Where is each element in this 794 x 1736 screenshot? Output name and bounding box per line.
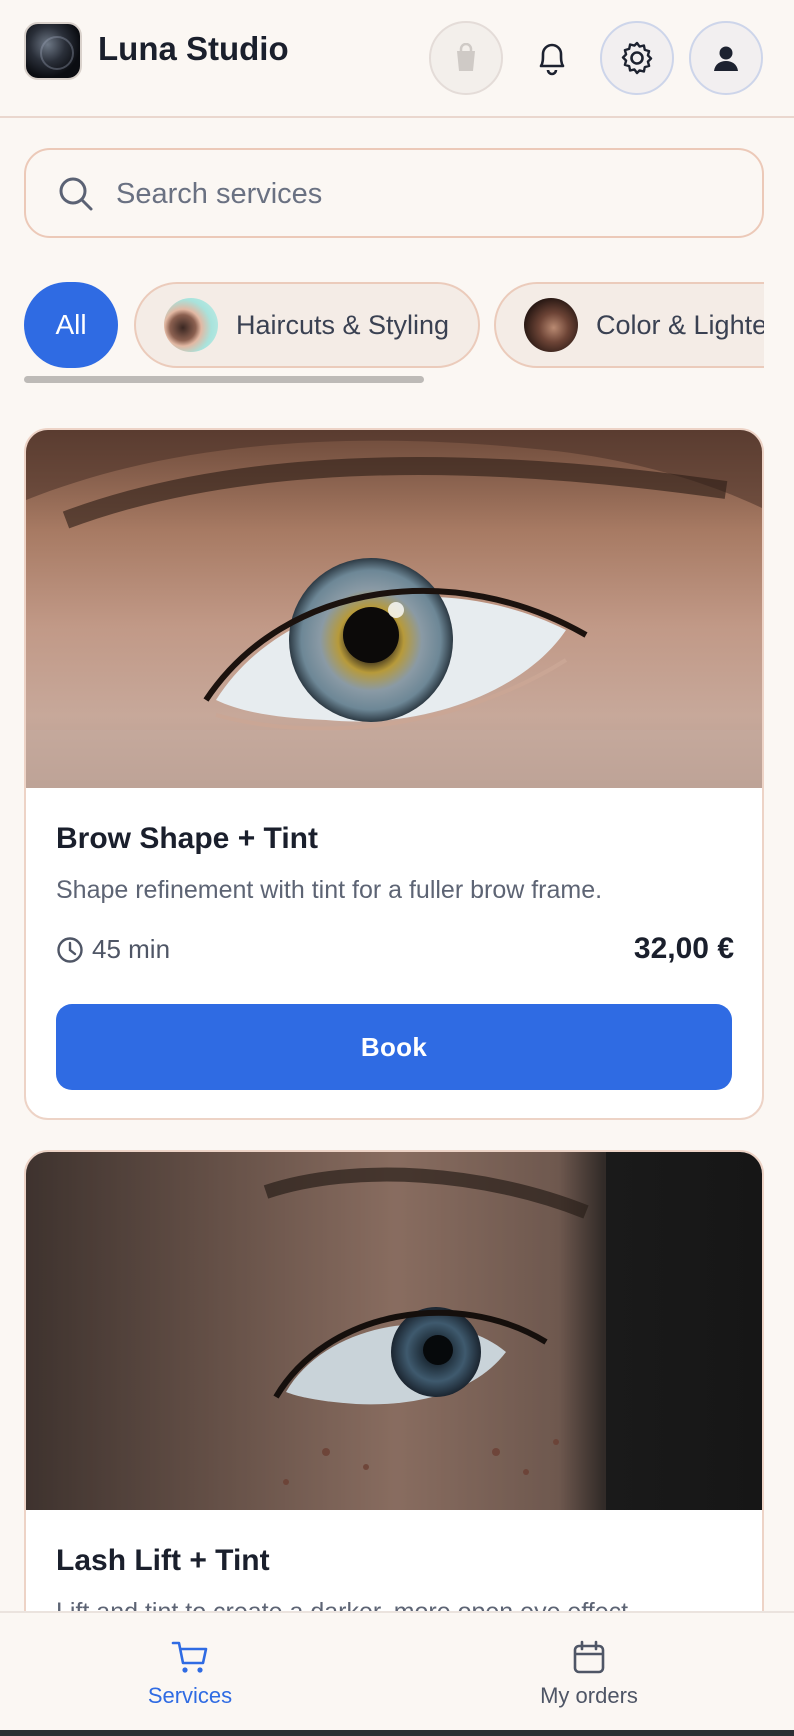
haircut-thumbnail bbox=[164, 298, 218, 352]
cart-icon bbox=[171, 1641, 208, 1673]
chip-all[interactable]: All bbox=[24, 282, 118, 368]
nav-services[interactable]: Services bbox=[90, 1639, 290, 1709]
calendar-icon bbox=[573, 1640, 605, 1674]
search-icon bbox=[59, 177, 93, 211]
eye-photo bbox=[26, 430, 762, 788]
service-price: 32,00 € bbox=[633, 932, 734, 965]
brand-title: Luna Studio bbox=[98, 30, 289, 67]
cart-button[interactable] bbox=[429, 21, 503, 95]
nav-orders-label: My orders bbox=[540, 1683, 638, 1708]
studio-logo[interactable] bbox=[24, 22, 82, 80]
chip-haircuts-label: Haircuts & Styling bbox=[236, 309, 450, 340]
chip-color-label: Color & Lighte bbox=[596, 309, 764, 340]
duration-text: 45 min bbox=[92, 934, 171, 964]
profile-button[interactable] bbox=[689, 21, 763, 95]
home-indicator bbox=[0, 1730, 794, 1736]
search-placeholder: Search services bbox=[116, 178, 323, 210]
bell-icon bbox=[539, 43, 565, 76]
chips-scrollbar[interactable] bbox=[24, 376, 424, 383]
nav-services-label: Services bbox=[147, 1683, 233, 1708]
search-input[interactable]: Search services bbox=[24, 148, 764, 238]
gear-icon bbox=[621, 41, 653, 75]
service-image-brow bbox=[26, 430, 762, 788]
service-card: Brow Shape + Tint Shape refinement with … bbox=[24, 428, 764, 1120]
user-icon bbox=[714, 46, 738, 71]
chip-color-lightening[interactable]: Color & Lighte bbox=[494, 282, 764, 368]
bottom-navigation: Services My orders bbox=[0, 1611, 794, 1736]
notifications-button[interactable] bbox=[515, 21, 589, 95]
chip-haircuts-styling[interactable]: Haircuts & Styling bbox=[134, 282, 480, 368]
service-title: Lash Lift + Tint bbox=[56, 1544, 270, 1577]
eye-photo bbox=[26, 1152, 606, 1510]
nav-my-orders[interactable]: My orders bbox=[489, 1639, 689, 1709]
service-duration: 45 min bbox=[56, 934, 170, 965]
service-title: Brow Shape + Tint bbox=[56, 822, 318, 855]
settings-button[interactable] bbox=[600, 21, 674, 95]
chip-all-label: All bbox=[55, 309, 87, 340]
book-button[interactable]: Book bbox=[56, 1004, 732, 1090]
color-thumbnail bbox=[524, 298, 578, 352]
service-description: Shape refinement with tint for a fuller … bbox=[56, 876, 603, 904]
service-image-lash bbox=[26, 1152, 762, 1510]
category-chips: All Haircuts & Styling Color & Lighte bbox=[24, 282, 764, 372]
clock-icon bbox=[57, 936, 83, 963]
bag-icon bbox=[457, 43, 475, 71]
app-header: Luna Studio bbox=[0, 0, 794, 118]
